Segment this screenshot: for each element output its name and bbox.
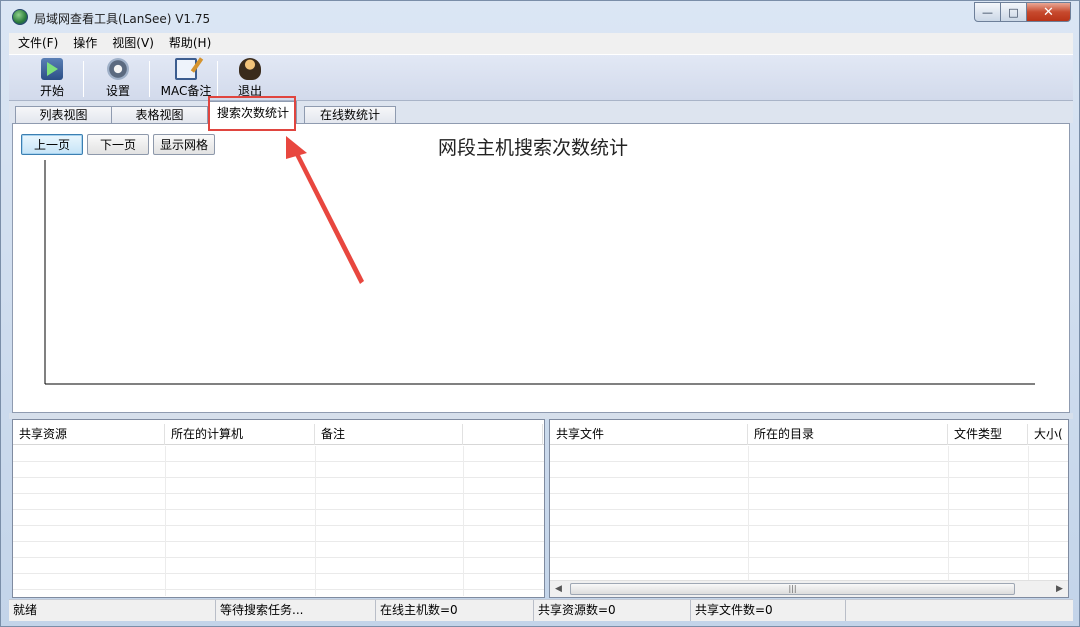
- horizontal-scrollbar[interactable]: ◀ ||| ▶: [550, 580, 1068, 597]
- start-label: 开始: [39, 84, 64, 98]
- note-icon: [175, 58, 197, 80]
- maximize-button[interactable]: □: [1001, 2, 1027, 22]
- tab-online-count-stats[interactable]: 在线数统计: [304, 106, 396, 123]
- mac-note-label: MAC备注: [160, 84, 212, 98]
- status-task: 等待搜索任务...: [216, 600, 376, 621]
- tab-list-view[interactable]: 列表视图: [15, 106, 112, 123]
- list-rows: [550, 446, 1068, 596]
- list-rows: [13, 446, 544, 596]
- shared-files-list[interactable]: 共享文件 所在的目录 文件类型 大小( ◀ ||| ▶: [549, 419, 1069, 598]
- menu-help[interactable]: 帮助(H): [160, 33, 217, 54]
- title-bar[interactable]: 局域网查看工具(LanSee) V1.75 — □ ✕: [1, 1, 1079, 33]
- menu-bar: 文件(F) 操作 视图(V) 帮助(H): [9, 33, 1073, 54]
- scroll-right-icon[interactable]: ▶: [1051, 581, 1068, 597]
- shared-resources-list[interactable]: 共享资源 所在的计算机 备注: [12, 419, 545, 598]
- column-empty[interactable]: [463, 424, 543, 445]
- toolbar: 开始 设置 MAC备注 退出: [9, 54, 1073, 101]
- gear-icon: [107, 58, 129, 80]
- app-globe-icon: [12, 9, 28, 25]
- status-shared-resources: 共享资源数=0: [534, 600, 691, 621]
- start-icon: [41, 58, 63, 80]
- exit-icon: [239, 58, 261, 80]
- column-shared-file[interactable]: 共享文件: [550, 424, 748, 445]
- annotation-highlight-box: [208, 96, 296, 131]
- list-header: 共享资源 所在的计算机 备注: [13, 424, 544, 445]
- column-divider: [463, 446, 464, 596]
- view-tabs: 列表视图 表格视图 搜索次数统计 在线数统计: [9, 101, 1073, 124]
- toolbar-separator: [149, 61, 150, 97]
- close-icon: ✕: [1043, 4, 1054, 20]
- menu-file[interactable]: 文件(F): [9, 33, 64, 54]
- app-window: 局域网查看工具(LanSee) V1.75 — □ ✕ 文件(F) 操作 视图(…: [0, 0, 1080, 627]
- column-file-type[interactable]: 文件类型: [948, 424, 1028, 445]
- start-button[interactable]: 开始: [35, 58, 69, 100]
- column-divider: [315, 446, 316, 596]
- minimize-icon: —: [982, 5, 993, 19]
- toolbar-separator: [217, 61, 218, 97]
- mac-note-button[interactable]: MAC备注: [155, 58, 217, 100]
- close-button[interactable]: ✕: [1027, 2, 1071, 22]
- column-divider: [1028, 446, 1029, 596]
- column-divider: [948, 446, 949, 596]
- status-online-hosts: 在线主机数=0: [376, 600, 534, 621]
- maximize-icon: □: [1008, 5, 1019, 19]
- column-size[interactable]: 大小(: [1028, 424, 1068, 445]
- window-controls: — □ ✕: [974, 2, 1071, 22]
- column-computer[interactable]: 所在的计算机: [165, 424, 315, 445]
- column-divider: [748, 446, 749, 596]
- status-ready: 就绪: [9, 600, 216, 621]
- toolbar-separator: [83, 61, 84, 97]
- status-shared-files: 共享文件数=0: [691, 600, 846, 621]
- chart-panel: 上一页 下一页 显示网格 网段主机搜索次数统计: [12, 123, 1070, 413]
- chart-canvas: [44, 160, 1035, 385]
- exit-button[interactable]: 退出: [233, 58, 267, 100]
- scroll-left-icon[interactable]: ◀: [550, 581, 567, 597]
- status-empty: [846, 600, 1073, 621]
- menu-operate[interactable]: 操作: [64, 33, 103, 54]
- column-divider: [165, 446, 166, 596]
- tab-table-view[interactable]: 表格视图: [111, 106, 208, 123]
- settings-label: 设置: [105, 84, 130, 98]
- scrollbar-thumb[interactable]: |||: [570, 583, 1015, 595]
- column-note[interactable]: 备注: [315, 424, 463, 445]
- status-bar: 就绪 等待搜索任务... 在线主机数=0 共享资源数=0 共享文件数=0: [9, 599, 1073, 621]
- window-title: 局域网查看工具(LanSee) V1.75: [34, 12, 211, 26]
- settings-button[interactable]: 设置: [101, 58, 135, 100]
- list-header: 共享文件 所在的目录 文件类型 大小(: [550, 424, 1068, 445]
- menu-view[interactable]: 视图(V): [103, 33, 160, 54]
- minimize-button[interactable]: —: [974, 2, 1001, 22]
- column-shared-resource[interactable]: 共享资源: [13, 424, 165, 445]
- column-directory[interactable]: 所在的目录: [748, 424, 948, 445]
